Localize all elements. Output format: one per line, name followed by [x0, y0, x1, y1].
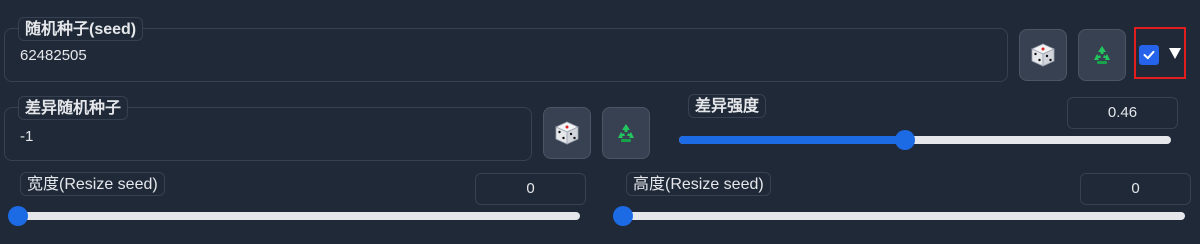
variation-seed-input[interactable]: -1 — [20, 128, 33, 145]
variation-strength-slider[interactable] — [679, 130, 1171, 150]
resize-width-input[interactable]: 0 — [475, 173, 586, 205]
random-seed-button[interactable] — [1019, 29, 1067, 81]
checkbox-icon — [1143, 50, 1155, 60]
slider-thumb[interactable] — [613, 206, 633, 226]
recycle-icon — [618, 124, 634, 142]
resize-height-slider[interactable] — [613, 206, 1185, 226]
dice-icon — [555, 121, 579, 145]
reuse-variation-seed-button[interactable] — [602, 107, 650, 159]
dice-icon — [1031, 43, 1055, 67]
slider-thumb[interactable] — [895, 130, 916, 150]
random-variation-seed-button[interactable] — [543, 107, 591, 159]
variation-strength-input[interactable]: 0.46 — [1067, 97, 1178, 129]
slider-thumb[interactable] — [8, 206, 28, 226]
resize-height-label: 高度(Resize seed) — [626, 172, 771, 196]
reuse-seed-button[interactable] — [1078, 29, 1126, 81]
extra-options-toggle[interactable] — [1168, 45, 1182, 61]
seed-input[interactable]: 62482505 — [20, 47, 87, 64]
variation-seed-label: 差异随机种子 — [18, 96, 129, 120]
seed-field — [4, 28, 1008, 82]
triangle-down-icon — [1169, 48, 1181, 59]
resize-height-input[interactable]: 0 — [1080, 173, 1191, 205]
resize-width-slider[interactable] — [8, 206, 580, 226]
variation-strength-label: 差异强度 — [688, 94, 767, 118]
seed-label: 随机种子(seed) — [18, 17, 144, 41]
resize-width-label: 宽度(Resize seed) — [20, 172, 165, 196]
slider-fill — [679, 136, 906, 144]
recycle-icon — [1094, 46, 1110, 64]
extra-options-checkbox[interactable] — [1139, 45, 1159, 65]
